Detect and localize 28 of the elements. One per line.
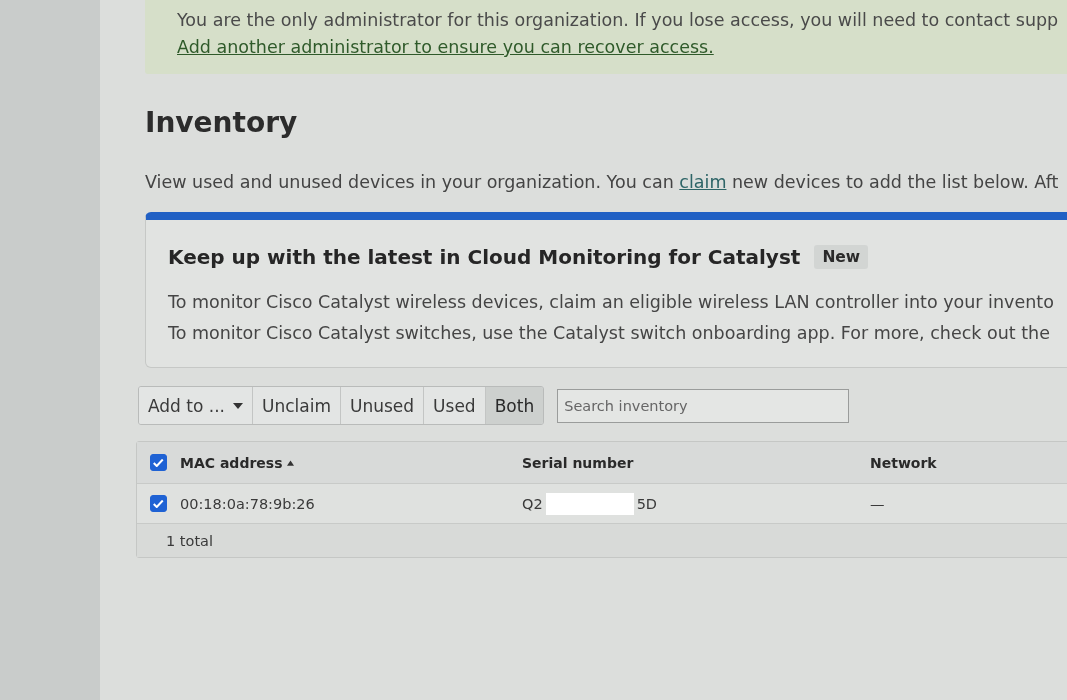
serial-number-start: Q2 [522, 495, 543, 512]
checkmark-icon [153, 458, 164, 467]
column-header[interactable]: Serial number [522, 454, 634, 471]
network-cell: — [870, 495, 885, 512]
add-administrator-link[interactable]: Add another administrator to ensure you can recover access. [177, 34, 714, 60]
filter-button[interactable]: Unused [340, 387, 424, 424]
search-field[interactable]: Search inventory [557, 388, 850, 423]
page-title: Inventory [145, 106, 299, 140]
filter-button[interactable]: Used [423, 387, 485, 424]
notice-text: You are the only administrator for this organization. If you lose access, you will need to contact supp [177, 9, 1060, 32]
checkmark-icon [153, 499, 164, 508]
description-text: View used and unused devices in your organization. You can claim new devices to add the list below. Aft [145, 171, 1060, 193]
serial-number-end: 5D [636, 495, 658, 512]
filter-button[interactable]: Both [484, 387, 544, 424]
new-badge: New [814, 245, 869, 269]
claim-link[interactable]: claim [679, 172, 727, 192]
caret-icon [233, 402, 243, 409]
card-title: Keep up with the latest in Cloud Monitoring for Catalyst [168, 245, 801, 269]
total-count: 1 total [166, 532, 213, 549]
card-text: To monitor Cisco Catalyst wireless devices, claim an eligible wireless LAN controller into your invento [168, 291, 1055, 314]
mac-address-cell: 00:18:0a:78:9b:26 [180, 495, 315, 512]
card-text: To monitor Cisco Catalyst switches, use the Catalyst switch onboarding app. For more, check out the [168, 322, 1051, 345]
column-header[interactable]: MAC address [180, 454, 283, 471]
row-checkbox[interactable] [150, 495, 167, 512]
column-header[interactable]: Network [870, 454, 937, 471]
select-all-checkbox[interactable] [150, 454, 167, 471]
add-to-dropdown[interactable]: Add to ... [139, 387, 252, 424]
unclaim-button[interactable]: Unclaim [252, 387, 340, 424]
